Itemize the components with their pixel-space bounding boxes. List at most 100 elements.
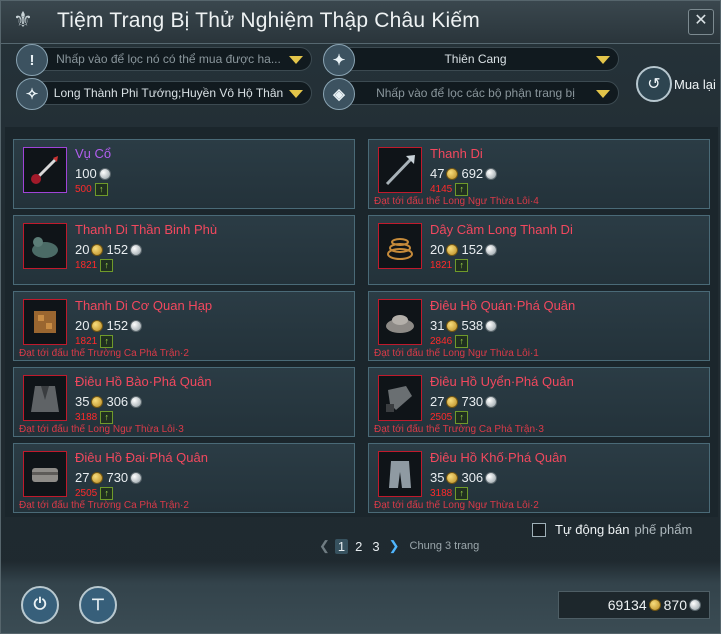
tier-icon: ↑ [455,259,469,272]
page-total: Chung 3 trang [409,540,480,552]
class-select[interactable]: ✧ Long Thành Phi Tướng;Huyền Vô Hộ Thân [16,78,312,110]
gold-amount: 35 [430,470,445,485]
item-price: 20 152 [430,242,500,257]
item-name: Điêu Hồ Uyển·Phá Quân [430,374,574,389]
item-card[interactable]: Điêu Hồ Quán·Phá Quân 31 538 2846 ↑ Đạt tớ… [368,291,710,361]
gold-amount: 27 [75,470,90,485]
item-card[interactable]: Thanh Di Cơ Quan Hạp 20 152 1821 ↑ Đạt tới… [13,291,355,361]
item-score: 2505 [430,412,453,423]
gold-amount: 47 [430,166,445,181]
item-name: Thanh Di Cơ Quan Hạp [75,298,213,313]
gold-amount: 35 [75,394,90,409]
item-card[interactable]: Vụ Cổ 100 500 ↑ [13,139,355,209]
class-select-value: Long Thành Phi Tướng;Huyền Vô Hộ Thân [53,86,284,100]
tier-icon: ↑ [100,487,114,500]
tier-icon: ↑ [455,183,469,196]
wallet: 69134 870 [558,591,710,619]
gold-coin-icon [446,319,459,332]
auto-sell-checkbox[interactable] [532,522,546,537]
item-score: 4145 [430,184,453,195]
chevron-down-icon[interactable] [596,56,610,64]
chevron-down-icon[interactable] [596,90,610,98]
close-icon[interactable]: ✕ [688,9,714,35]
part-select-placeholder: Nhấp vào để lọc các bộ phận trang bị [376,86,575,100]
name-search-input[interactable]: ! Nhấp vào để lọc nó có thể mua được ha.… [16,44,312,76]
item-card[interactable]: Thanh Di 47 692 4145 ↑ Đạt tới đấu thế Lon… [368,139,710,209]
item-card[interactable]: Điêu Hồ Bào·Phá Quân 35 306 3188 ↑ Đạt tới… [13,367,355,437]
menu-round-button-1[interactable]: ⏻ [21,586,59,624]
item-name: Thanh Di [430,146,483,161]
item-score: 500 [75,184,92,195]
page-2[interactable]: 2 [352,539,365,554]
auto-sell-toggle[interactable]: Tự động bán phế phẩm [532,522,692,537]
gold-coin-icon [446,395,459,408]
item-card[interactable]: Dây Cầm Long Thanh Di 20 152 1821 ↑ [368,215,710,285]
item-card[interactable]: Điêu Hồ Khố·Phá Quân 35 306 3188 ↑ Đạt tới… [368,443,710,513]
item-score: 1821 [430,260,453,271]
item-score-row: 1821 ↑ [430,259,469,272]
gold-coin-icon [446,167,459,180]
realm-select[interactable]: ✦ Thiên Cang [323,44,619,76]
item-price: 35 306 [75,394,145,409]
item-price: 47 692 [430,166,500,181]
silver-coin-icon [130,319,143,332]
gold-coin-icon [91,243,104,256]
gold-coin-icon [91,395,104,408]
title-bar: ⚜ Tiệm Trang Bị Thử Nghiệm Thập Châu Kiế… [1,1,720,44]
part-select[interactable]: ◈ Nhấp vào để lọc các bộ phận trang bị [323,78,619,110]
name-search-placeholder: Nhấp vào để lọc nó có thể mua được ha... [56,52,281,66]
tier-icon: ↑ [100,335,114,348]
page-3[interactable]: 3 [369,539,382,554]
item-price: 35 306 [430,470,500,485]
coiled-cord-icon [378,223,422,269]
item-requirement: Đạt tới đấu thế Trường Ca Phá Trận·2 [19,500,189,511]
silver-amount: 730 [106,470,129,485]
item-score-row: 500 ↑ [75,183,108,196]
page-1[interactable]: 1 [334,538,349,554]
item-card[interactable]: Điêu Hồ Uyển·Phá Quân 27 730 2505 ↑ Đạt tớ… [368,367,710,437]
item-name: Điêu Hồ Quán·Phá Quân [430,298,576,313]
gold-amount: 20 [75,242,90,257]
wallet-gold: 69134 [607,597,647,613]
buyback-button[interactable]: ↺ Mua lại [636,66,716,102]
menu-round-button-2[interactable]: ⊤ [79,586,117,624]
gold-coin-icon [648,599,661,611]
silver-amount: 730 [461,394,484,409]
silver-coin-icon [130,243,143,256]
next-page-icon[interactable]: ❯ [389,538,400,554]
chevron-down-icon[interactable] [289,56,303,64]
item-score-row: 4145 ↑ [430,183,469,196]
gold-amount: 20 [430,242,445,257]
item-score-row: 3188 ↑ [430,487,469,500]
gold-amount: 27 [430,394,445,409]
tier-icon: ↑ [100,259,114,272]
tier-icon: ↑ [455,335,469,348]
silver-amount: 152 [106,242,129,257]
item-score-row: 1821 ↑ [75,335,114,348]
faction-emblem-icon: ✧ [16,78,48,110]
item-score: 3188 [430,488,453,499]
auto-sell-label: Tự động bán [555,522,630,537]
buyback-label: Mua lại [674,76,716,92]
item-card[interactable]: Điêu Hồ Đai·Phá Quân 27 730 2505 ↑ Đạt tới… [13,443,355,513]
chevron-down-icon[interactable] [289,90,303,98]
prev-page-icon[interactable]: ❮ [319,538,330,554]
silver-amount: 692 [461,166,484,181]
item-price: 20 152 [75,318,145,333]
pagination: ❮ 1 2 3 ❯ Chung 3 trang [319,538,479,554]
item-score-row: 1821 ↑ [75,259,114,272]
silver-coin-icon [689,599,701,611]
item-requirement: Đạt tới đấu thế Long Ngư Thừa Lôi·4 [374,196,539,207]
item-requirement: Đạt tới đấu thế Trường Ca Phá Trận·3 [374,424,544,435]
item-name: Thanh Di Thần Binh Phù [75,222,218,237]
item-score: 2846 [430,336,453,347]
item-score-row: 2505 ↑ [430,411,469,424]
item-card[interactable]: Thanh Di Thần Binh Phù 20 152 1821 ↑ [13,215,355,285]
item-price: 27 730 [75,470,145,485]
item-requirement: Đạt tới đấu thế Long Ngư Thừa Lôi·3 [19,424,184,435]
gold-coin-icon [91,319,104,332]
silver-coin-icon [98,167,111,180]
exclamation-icon: ! [16,44,48,76]
belt-icon [23,451,67,497]
tool-1-icon: ⏻ [33,596,47,613]
